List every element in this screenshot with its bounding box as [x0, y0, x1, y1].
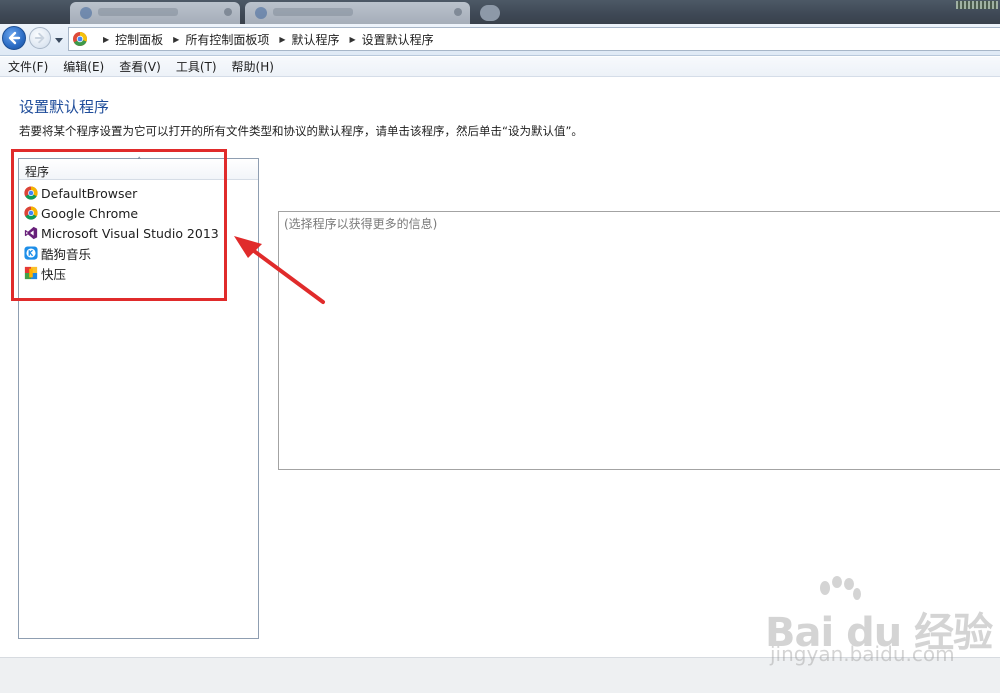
- back-button[interactable]: [2, 26, 26, 50]
- tab-favicon-icon: [80, 7, 92, 19]
- page-title: 设置默认程序: [19, 98, 110, 116]
- annotation-highlight-box: [11, 149, 227, 301]
- menu-edit[interactable]: 编辑(E): [63, 58, 104, 75]
- menu-view[interactable]: 查看(V): [119, 58, 161, 75]
- control-panel-icon: [73, 32, 87, 46]
- breadcrumb-separator-icon[interactable]: ▶: [173, 35, 179, 44]
- forward-arrow-icon: [34, 32, 45, 44]
- menu-tools[interactable]: 工具(T): [176, 58, 217, 75]
- breadcrumb-separator-icon[interactable]: ▶: [103, 35, 109, 44]
- background-tab: [70, 2, 240, 24]
- new-tab-icon: [480, 5, 500, 21]
- forward-button[interactable]: [29, 27, 51, 49]
- breadcrumb-separator-icon[interactable]: ▶: [279, 35, 285, 44]
- tab-close-icon: [454, 8, 462, 16]
- breadcrumb-item[interactable]: 设置默认程序: [362, 31, 434, 48]
- watermark-url: jingyan.baidu.com: [770, 642, 955, 666]
- menu-help[interactable]: 帮助(H): [232, 58, 274, 75]
- browser-tab-strip: [0, 0, 1000, 24]
- signal-status-icon: [956, 1, 998, 9]
- background-tab: [245, 2, 470, 24]
- recent-pages-dropdown-icon[interactable]: [55, 36, 63, 44]
- annotation-arrow-icon: [234, 236, 325, 304]
- tab-favicon-icon: [255, 7, 267, 19]
- page-description: 若要将某个程序设置为它可以打开的所有文件类型和协议的默认程序，请单击该程序，然后…: [19, 124, 583, 138]
- menu-file[interactable]: 文件(F): [8, 58, 48, 75]
- back-arrow-icon: [8, 31, 21, 45]
- breadcrumb: ▶ 控制面板 ▶ 所有控制面板项 ▶ 默认程序 ▶ 设置默认程序: [93, 28, 434, 50]
- address-bar[interactable]: ▶ 控制面板 ▶ 所有控制面板项 ▶ 默认程序 ▶ 设置默认程序: [68, 27, 1000, 51]
- program-info-panel: (选择程序以获得更多的信息): [278, 211, 1000, 470]
- baidu-jingyan-watermark: Bai du 经验 jingyan.baidu.com: [765, 576, 995, 674]
- menu-bar: 文件(F) 编辑(E) 查看(V) 工具(T) 帮助(H): [0, 57, 1000, 77]
- breadcrumb-item[interactable]: 默认程序: [292, 31, 340, 48]
- breadcrumb-item[interactable]: 控制面板: [115, 31, 163, 48]
- tab-close-icon: [224, 8, 232, 16]
- breadcrumb-item[interactable]: 所有控制面板项: [185, 31, 269, 48]
- navigation-bar: ▶ 控制面板 ▶ 所有控制面板项 ▶ 默认程序 ▶ 设置默认程序: [0, 24, 1000, 56]
- breadcrumb-separator-icon[interactable]: ▶: [350, 35, 356, 44]
